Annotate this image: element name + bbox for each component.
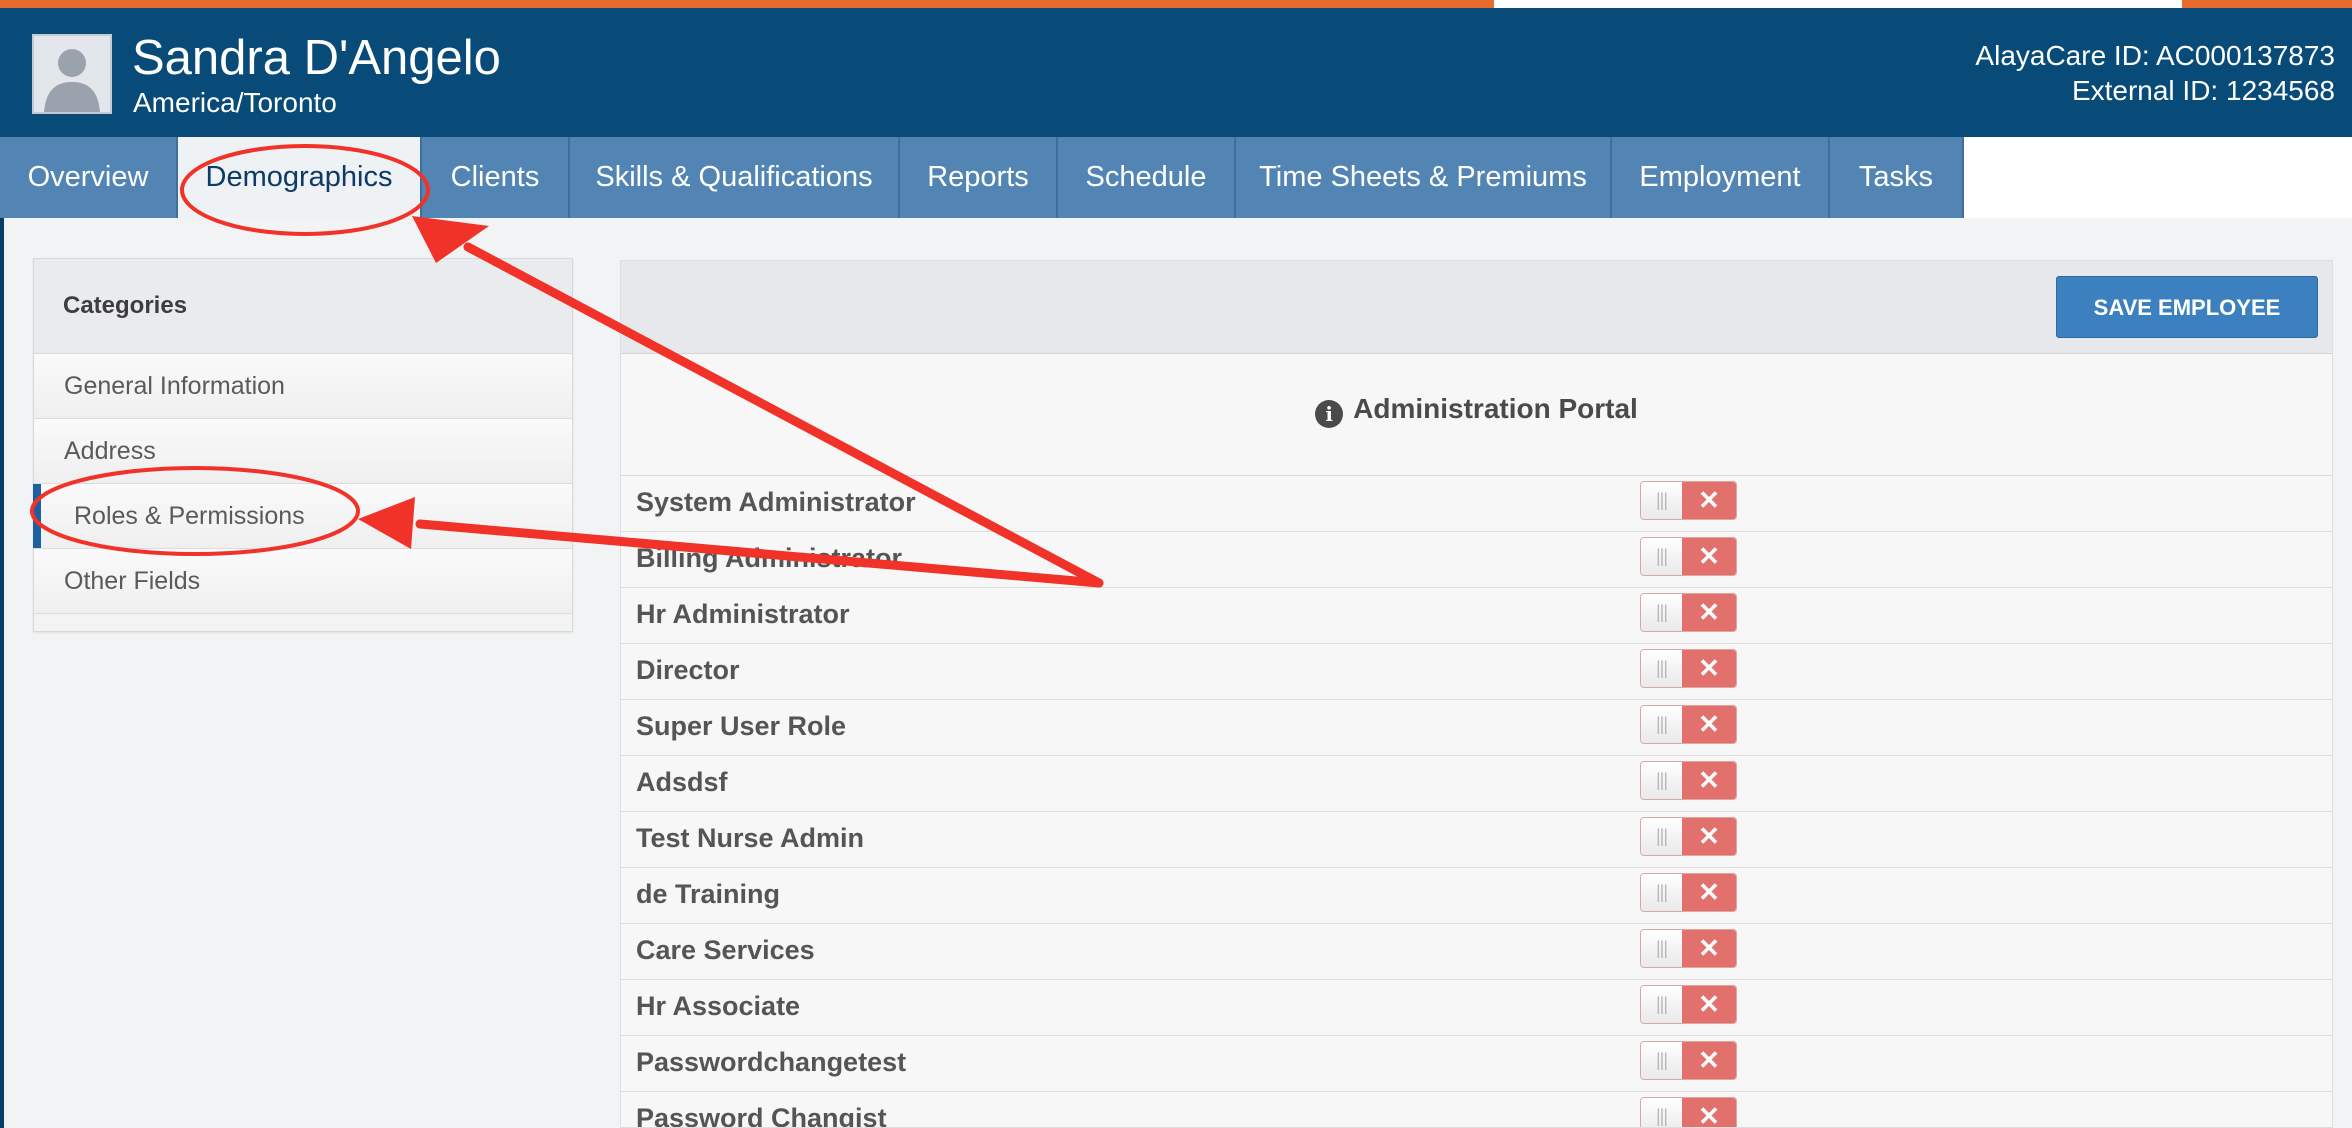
- left-edge-bar: [0, 218, 4, 1128]
- roles-panel: SAVE EMPLOYEE i Administration Portal Sys…: [620, 260, 2333, 1128]
- tab-reports[interactable]: Reports: [900, 137, 1058, 218]
- role-name: Director: [636, 655, 740, 685]
- external-id: External ID: 1234568: [2071, 75, 2335, 106]
- tab-time-sheets-premiums[interactable]: Time Sheets & Premiums: [1236, 137, 1612, 218]
- toggle-grip-icon: |||: [1641, 1042, 1683, 1079]
- role-row: Billing Administrator ||| ✕: [621, 532, 2332, 588]
- role-row: Director ||| ✕: [621, 644, 2332, 700]
- tab-track: Overview Demographics Clients Skills & Q…: [0, 137, 1964, 218]
- x-icon: ✕: [1682, 538, 1736, 575]
- toggle-grip-icon: |||: [1641, 650, 1683, 687]
- employee-name: Sandra D'Angelo: [132, 31, 501, 85]
- tab-clients[interactable]: Clients: [422, 137, 570, 218]
- role-row: Hr Administrator ||| ✕: [621, 588, 2332, 644]
- role-toggle[interactable]: ||| ✕: [1640, 1097, 1737, 1127]
- toggle-grip-icon: |||: [1641, 986, 1683, 1023]
- section-title: i Administration Portal: [621, 354, 2332, 476]
- role-name: System Administrator: [636, 487, 916, 517]
- role-name: Care Services: [636, 935, 815, 965]
- tab-overview[interactable]: Overview: [0, 137, 178, 218]
- role-toggle[interactable]: ||| ✕: [1640, 761, 1737, 800]
- role-name: Super User Role: [636, 711, 847, 741]
- x-icon: ✕: [1682, 762, 1736, 799]
- section-title-text: Administration Portal: [1353, 393, 1638, 424]
- role-row: Care Services ||| ✕: [621, 924, 2332, 980]
- role-name: de Training: [636, 879, 781, 909]
- role-toggle[interactable]: ||| ✕: [1640, 649, 1737, 688]
- x-icon: ✕: [1682, 650, 1736, 687]
- x-icon: ✕: [1682, 594, 1736, 631]
- tab-bar: Overview Demographics Clients Skills & Q…: [0, 137, 2352, 218]
- role-name: Hr Administrator: [636, 599, 850, 629]
- x-icon: ✕: [1682, 986, 1736, 1023]
- tab-employment[interactable]: Employment: [1612, 137, 1830, 218]
- info-circle-icon: i: [1315, 400, 1344, 428]
- role-toggle[interactable]: ||| ✕: [1640, 985, 1737, 1024]
- employee-timezone: America/Toronto: [133, 87, 337, 118]
- toggle-grip-icon: |||: [1641, 594, 1683, 631]
- category-general-information[interactable]: General Information: [34, 354, 572, 419]
- top-accent-strip: [0, 0, 2352, 8]
- x-icon: ✕: [1682, 1098, 1736, 1127]
- annotation-arrowhead-demographics: [412, 216, 489, 263]
- role-row: System Administrator ||| ✕: [621, 476, 2332, 532]
- x-icon: ✕: [1682, 1042, 1736, 1079]
- top-accent-gap: [1494, 0, 2182, 8]
- role-toggle[interactable]: ||| ✕: [1640, 593, 1737, 632]
- category-roles-permissions[interactable]: Roles & Permissions: [33, 484, 572, 549]
- role-name: Passwordchangetest: [636, 1047, 907, 1077]
- role-name: Password Changist: [636, 1103, 887, 1128]
- role-row: Passwordchangetest ||| ✕: [621, 1036, 2332, 1092]
- categories-panel: Categories General Information Address R…: [33, 258, 573, 632]
- role-toggle[interactable]: ||| ✕: [1640, 1041, 1737, 1080]
- role-toggle[interactable]: ||| ✕: [1640, 817, 1737, 856]
- role-name: Test Nurse Admin: [636, 823, 865, 853]
- x-icon: ✕: [1682, 818, 1736, 855]
- x-icon: ✕: [1682, 874, 1736, 911]
- toggle-grip-icon: |||: [1641, 482, 1683, 519]
- role-name: Adsdsf: [636, 767, 728, 797]
- avatar: [32, 34, 112, 114]
- tab-skills-qualifications[interactable]: Skills & Qualifications: [570, 137, 900, 218]
- save-employee-button[interactable]: SAVE EMPLOYEE: [2056, 276, 2318, 338]
- x-icon: ✕: [1682, 482, 1736, 519]
- employee-ids: AlayaCare ID: AC000137873 External ID: 1…: [1975, 38, 2335, 108]
- role-row: Password Changist ||| ✕: [621, 1092, 2332, 1128]
- role-toggle[interactable]: ||| ✕: [1640, 929, 1737, 968]
- role-toggle[interactable]: ||| ✕: [1640, 537, 1737, 576]
- role-row: de Training ||| ✕: [621, 868, 2332, 924]
- role-row: Test Nurse Admin ||| ✕: [621, 812, 2332, 868]
- role-toggle[interactable]: ||| ✕: [1640, 481, 1737, 520]
- role-row: Super User Role ||| ✕: [621, 700, 2332, 756]
- category-address[interactable]: Address: [34, 419, 572, 484]
- tab-tasks[interactable]: Tasks: [1830, 137, 1964, 218]
- role-row: Hr Associate ||| ✕: [621, 980, 2332, 1036]
- categories-heading: Categories: [34, 259, 572, 354]
- person-silhouette-icon: [34, 36, 110, 112]
- role-list: System Administrator ||| ✕ Billing Administ…: [621, 476, 2332, 1128]
- toggle-grip-icon: |||: [1641, 706, 1683, 743]
- category-other-fields[interactable]: Other Fields: [34, 549, 572, 614]
- role-name: Billing Administrator: [636, 543, 903, 573]
- toggle-grip-icon: |||: [1641, 874, 1683, 911]
- role-toggle[interactable]: ||| ✕: [1640, 873, 1737, 912]
- roles-panel-toolbar: SAVE EMPLOYEE: [621, 261, 2332, 354]
- x-icon: ✕: [1682, 930, 1736, 967]
- role-name: Hr Associate: [636, 991, 801, 1021]
- role-toggle[interactable]: ||| ✕: [1640, 705, 1737, 744]
- tab-demographics[interactable]: Demographics: [178, 137, 422, 218]
- alayacare-id: AlayaCare ID: AC000137873: [1975, 40, 2335, 71]
- toggle-grip-icon: |||: [1641, 818, 1683, 855]
- toggle-grip-icon: |||: [1641, 762, 1683, 799]
- toggle-grip-icon: |||: [1641, 930, 1683, 967]
- employee-header: Sandra D'Angelo America/Toronto AlayaCar…: [0, 8, 2352, 137]
- x-icon: ✕: [1682, 706, 1736, 743]
- toggle-grip-icon: |||: [1641, 1098, 1683, 1127]
- toggle-grip-icon: |||: [1641, 538, 1683, 575]
- tab-schedule[interactable]: Schedule: [1058, 137, 1236, 218]
- role-row: Adsdsf ||| ✕: [621, 756, 2332, 812]
